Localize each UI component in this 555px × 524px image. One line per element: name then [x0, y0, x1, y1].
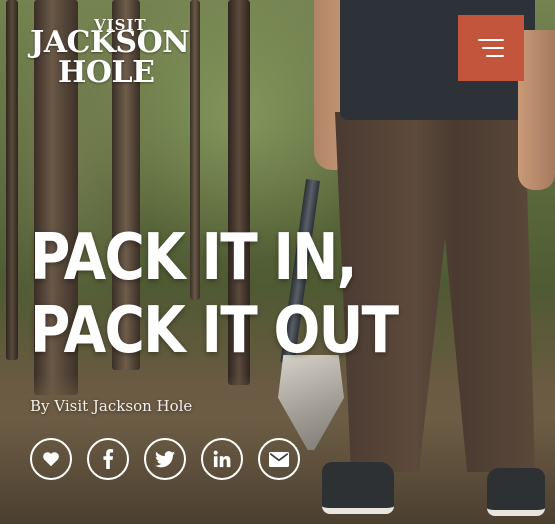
share-favorite-button[interactable] [30, 438, 72, 480]
share-twitter-button[interactable] [144, 438, 186, 480]
menu-button[interactable] [458, 15, 524, 81]
article-byline: By Visit Jackson Hole [30, 397, 193, 415]
share-linkedin-button[interactable] [201, 438, 243, 480]
page-title: PACK IT IN, PACK IT OUT [30, 221, 399, 368]
facebook-icon [103, 449, 114, 469]
twitter-icon [155, 450, 175, 467]
hero-banner: VISIT JACKSON HOLE PACK IT IN, PACK IT O… [0, 0, 555, 524]
logo-line-hole: HOLE [58, 55, 155, 90]
share-facebook-button[interactable] [87, 438, 129, 480]
heart-icon [43, 452, 59, 467]
logo-line-jackson: JACKSON [30, 25, 190, 60]
share-email-button[interactable] [258, 438, 300, 480]
share-bar [30, 438, 300, 480]
linkedin-icon [213, 450, 231, 468]
email-icon [269, 451, 289, 467]
site-logo[interactable]: VISIT JACKSON HOLE [30, 14, 210, 94]
hamburger-icon [478, 39, 504, 57]
